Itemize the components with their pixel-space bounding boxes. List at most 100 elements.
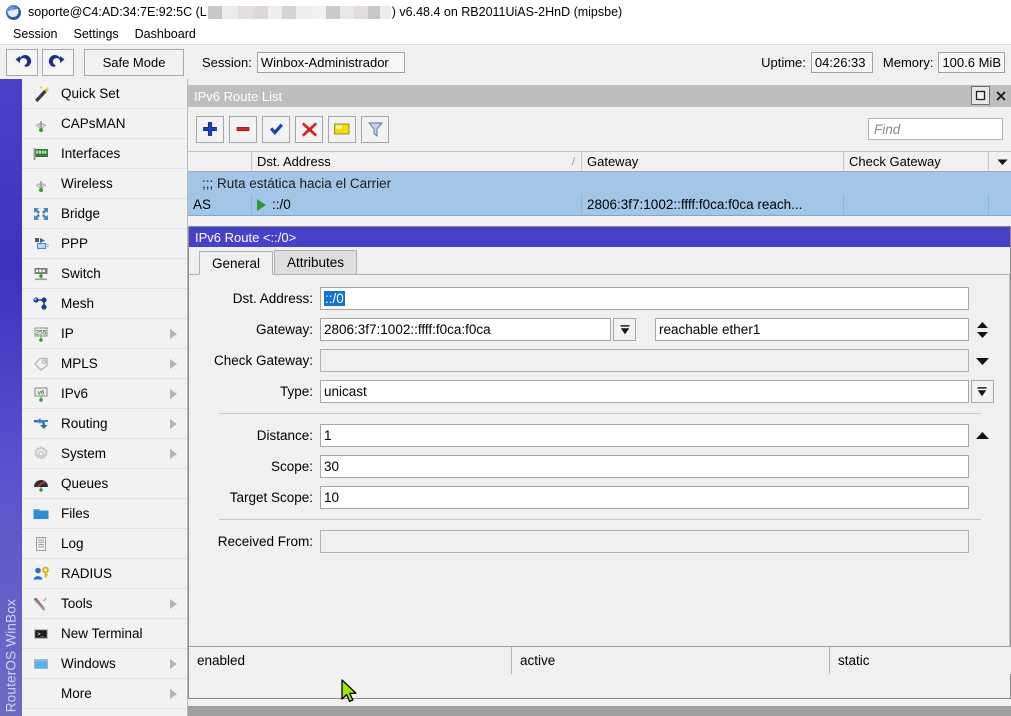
cell-dst-address-value: ::/0 bbox=[272, 197, 291, 212]
window-titlebar: soporte@C4:AD:34:7E:92:5C (L) v6.48.4 on… bbox=[0, 0, 1011, 24]
tab-attributes[interactable]: Attributes bbox=[274, 250, 357, 274]
target-scope-input[interactable]: 10 bbox=[320, 486, 969, 509]
sidebar-item-label: Bridge bbox=[61, 206, 100, 221]
terminal-icon: >_ bbox=[30, 624, 52, 644]
menu-settings[interactable]: Settings bbox=[65, 26, 126, 42]
gear-icon bbox=[30, 444, 52, 464]
dst-address-input[interactable]: ::/0 bbox=[320, 287, 969, 310]
route-table-header: Dst. Address / Gateway Check Gateway bbox=[188, 151, 1011, 172]
route-table: Dst. Address / Gateway Check Gateway ;;;… bbox=[188, 151, 1011, 216]
winbox-application: soporte@C4:AD:34:7E:92:5C (L) v6.48.4 on… bbox=[0, 0, 1011, 716]
sidebar-item-label: More bbox=[61, 686, 92, 701]
redo-button[interactable] bbox=[42, 49, 74, 76]
sidebar-item-bridge[interactable]: Bridge bbox=[22, 199, 187, 229]
type-dropdown-glyph[interactable] bbox=[971, 380, 994, 403]
column-header-flags[interactable] bbox=[188, 152, 252, 171]
menu-session[interactable]: Session bbox=[5, 26, 65, 42]
memory-label: Memory: bbox=[883, 55, 934, 70]
sidebar-item-switch[interactable]: Switch bbox=[22, 259, 187, 289]
sidebar-item-ipv6[interactable]: v6 IPv6 bbox=[22, 379, 187, 409]
close-icon[interactable] bbox=[991, 86, 1010, 105]
dst-address-value: ::/0 bbox=[324, 291, 345, 306]
sidebar-item-more[interactable]: More bbox=[22, 679, 187, 709]
undo-button[interactable] bbox=[6, 49, 38, 76]
sidebar-item-quick-set[interactable]: Quick Set bbox=[22, 79, 187, 109]
sidebar-item-files[interactable]: Files bbox=[22, 499, 187, 529]
sidebar-item-label: MPLS bbox=[61, 356, 98, 371]
switch-icon bbox=[30, 264, 52, 284]
gateway-dropdown-button[interactable] bbox=[613, 318, 636, 341]
safe-mode-button[interactable]: Safe Mode bbox=[84, 49, 184, 76]
sidebar-item-radius[interactable]: RADIUS bbox=[22, 559, 187, 589]
type-input[interactable]: unicast bbox=[320, 380, 969, 403]
gateway-input[interactable]: 2806:3f7:1002::ffff:f0ca:f0ca bbox=[320, 318, 611, 341]
column-chooser-button[interactable] bbox=[989, 152, 1011, 171]
redo-arrow-icon bbox=[48, 53, 68, 71]
antenna-icon bbox=[30, 114, 52, 134]
sidebar-item-interfaces[interactable]: Interfaces bbox=[22, 139, 187, 169]
find-input[interactable]: Find bbox=[868, 118, 1003, 140]
sidebar-item-mesh[interactable]: Mesh bbox=[22, 289, 187, 319]
sidebar-item-label: CAPsMAN bbox=[61, 116, 126, 131]
sidebar-item-label: New Terminal bbox=[61, 626, 143, 641]
route-comment-row[interactable]: ;;; Ruta estática hacia el Carrier bbox=[188, 172, 1011, 194]
sidebar-item-queues[interactable]: Queues bbox=[22, 469, 187, 499]
folder-icon bbox=[30, 504, 52, 524]
cell-gateway: 2806:3f7:1002::ffff:f0ca:f0ca reach... bbox=[582, 194, 844, 215]
titlebar-prefix: soporte@C4:AD:34:7E:92:5C (L bbox=[28, 5, 207, 19]
ipv6-icon: v6 bbox=[30, 384, 52, 404]
distance-input[interactable]: 1 bbox=[320, 424, 969, 447]
menu-dashboard[interactable]: Dashboard bbox=[127, 26, 204, 42]
enable-button[interactable] bbox=[262, 116, 290, 143]
field-received-from: Received From: bbox=[189, 530, 995, 553]
sidebar-item-windows[interactable]: Windows bbox=[22, 649, 187, 679]
mesh-nodes-icon bbox=[30, 294, 52, 314]
sidebar-item-ip[interactable]: 255 IP bbox=[22, 319, 187, 349]
sidebar-item-ppp[interactable]: PPP bbox=[22, 229, 187, 259]
gateway-state-display: reachable ether1 bbox=[655, 318, 969, 341]
sidebar-menu-list: Quick Set CAPsMAN bbox=[22, 79, 188, 716]
add-button[interactable] bbox=[196, 116, 224, 143]
tab-general[interactable]: General bbox=[199, 251, 273, 275]
sidebar-item-label: Interfaces bbox=[61, 146, 120, 161]
sidebar-item-system[interactable]: System bbox=[22, 439, 187, 469]
disable-button[interactable] bbox=[295, 116, 323, 143]
chevron-right-icon bbox=[170, 659, 177, 669]
session-value[interactable]: Winbox-Administrador bbox=[257, 52, 405, 73]
comment-button[interactable] bbox=[328, 116, 356, 143]
sidebar-item-tools[interactable]: Tools bbox=[22, 589, 187, 619]
distance-label: Distance: bbox=[197, 428, 320, 443]
remove-button[interactable] bbox=[229, 116, 257, 143]
sidebar-item-label: System bbox=[61, 446, 106, 461]
type-label: Type: bbox=[197, 384, 320, 399]
divider-1 bbox=[219, 413, 981, 414]
filter-button[interactable] bbox=[361, 116, 389, 143]
column-header-dst-address[interactable]: Dst. Address / bbox=[252, 152, 582, 171]
status-active: active bbox=[512, 647, 830, 674]
gateway-updown-buttons[interactable] bbox=[969, 320, 995, 340]
chevron-right-icon bbox=[170, 599, 177, 609]
sidebar-item-wireless[interactable]: Wireless bbox=[22, 169, 187, 199]
column-header-check-gateway[interactable]: Check Gateway bbox=[844, 152, 989, 171]
sidebar-item-mpls[interactable]: MPLS bbox=[22, 349, 187, 379]
sidebar-item-log[interactable]: Log bbox=[22, 529, 187, 559]
maximize-icon[interactable] bbox=[971, 86, 990, 105]
undo-arrow-icon bbox=[12, 53, 32, 71]
sidebar-item-routing[interactable]: Routing bbox=[22, 409, 187, 439]
check-gateway-input[interactable] bbox=[320, 349, 969, 372]
sidebar-item-new-terminal[interactable]: >_ New Terminal bbox=[22, 619, 187, 649]
distance-spinner-up[interactable] bbox=[969, 431, 995, 441]
window-controls bbox=[971, 86, 1010, 105]
scope-input[interactable]: 30 bbox=[320, 455, 969, 478]
sidebar-item-label: Quick Set bbox=[61, 86, 120, 101]
field-target-scope: Target Scope: 10 bbox=[189, 486, 995, 509]
table-row[interactable]: AS ::/0 2806:3f7:1002::ffff:f0ca:f0ca re… bbox=[188, 194, 1011, 216]
type-dropdown-button[interactable] bbox=[969, 380, 995, 403]
svg-text:>_: >_ bbox=[37, 631, 45, 638]
column-header-gateway[interactable]: Gateway bbox=[582, 152, 844, 171]
field-scope: Scope: 30 bbox=[189, 455, 995, 478]
svg-text:255: 255 bbox=[36, 329, 47, 336]
cell-spacer bbox=[989, 194, 1011, 215]
sidebar-item-capsman[interactable]: CAPsMAN bbox=[22, 109, 187, 139]
check-gateway-dropdown-arrow[interactable] bbox=[969, 356, 995, 366]
